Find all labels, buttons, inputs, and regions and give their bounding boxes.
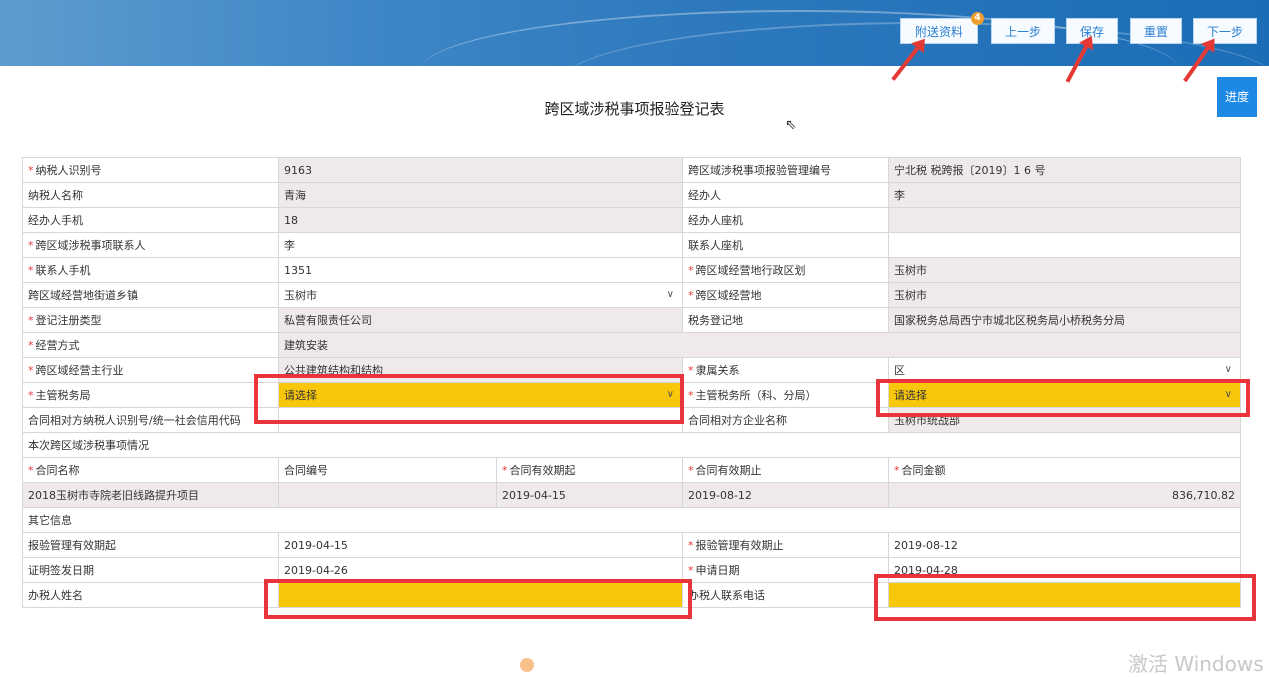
field-label: 报验管理有效期起 [22,532,279,558]
field-label: 经办人座机 [682,207,889,233]
place-field: 玉树市 [888,282,1241,308]
field-label: 合同相对方纳税人识别号/统一社会信用代码 [22,407,279,433]
field-label: 纳税人名称 [22,182,279,208]
taxpayer-id-field: 9163 [278,157,683,183]
counter-name-field: 玉树市统战部 [888,407,1241,433]
reset-button[interactable]: 重置 [1130,18,1182,44]
field-label: 税务登记地 [682,307,889,333]
handler-phone-field [888,207,1241,233]
issue-date-field[interactable]: 2019-04-26 [278,557,683,583]
field-label: * 跨区域经营主行业 [22,357,279,383]
taxpayer-name-field: 青海 [278,182,683,208]
mgmt-no-field: 宁北税 税跨报〔2019〕1 6 号 [888,157,1241,183]
field-label: 联系人座机 [682,232,889,258]
agent-name-input[interactable] [278,582,683,608]
chevron-down-icon: ∨ [666,289,674,300]
valid-to-field[interactable]: 2019-08-12 [888,532,1241,558]
chevron-down-icon: ∨ [666,389,674,400]
field-label: 办税人联系电话 [682,582,889,608]
field-label: * 跨区域经营地 [682,282,889,308]
table-row: 纳税人名称 青海 经办人 李 [22,182,1241,208]
field-label: * 主管税务所（科、分局） [682,382,889,408]
field-label: 办税人姓名 [22,582,279,608]
field-label: 证明签发日期 [22,557,279,583]
handler-mobile-field: 18 [278,207,683,233]
field-label: 跨区域经营地街道乡镇 [22,282,279,308]
mouse-cursor-icon: ⇖ [785,117,797,133]
table-row: * 主管税务局 请选择 ∨ * 主管税务所（科、分局） 请选择 ∨ [22,382,1241,408]
table-row: 合同相对方纳税人识别号/统一社会信用代码 合同相对方企业名称 玉树市统战部 [22,407,1241,433]
section-header: 本次跨区域涉税事项情况 [22,432,1241,458]
table-row: 2018玉树市寺院老旧线路提升项目 2019-04-15 2019-08-12 … [22,482,1241,508]
table-row: 跨区域经营地街道乡镇 玉树市 ∨ * 跨区域经营地 玉树市 [22,282,1241,308]
field-label: 跨区域涉税事项报验管理编号 [682,157,889,183]
contract-name-cell: 2018玉树市寺院老旧线路提升项目 [22,482,279,508]
registration-form-table: * 纳税人识别号 9163 跨区域涉税事项报验管理编号 宁北税 税跨报〔2019〕… [22,157,1241,608]
field-label: * 报验管理有效期止 [682,532,889,558]
agent-phone-input[interactable] [888,582,1241,608]
column-header: * 合同金额 [888,457,1241,483]
biz-mode-field: 建筑安装 [278,332,1241,358]
reg-type-field: 私营有限责任公司 [278,307,683,333]
region-field: 玉树市 [888,257,1241,283]
windows-watermark: 激活 Windows [1128,652,1264,676]
attach-docs-button[interactable]: 附送资料 [900,18,978,44]
industry-field: 公共建筑结构和结构 [278,357,683,383]
field-label: * 经营方式 [22,332,279,358]
table-row: * 联系人手机 1351 * 跨区域经营地行政区划 玉树市 [22,257,1241,283]
attach-count-badge: 4 [971,12,984,25]
table-row: * 跨区域涉税事项联系人 李 联系人座机 [22,232,1241,258]
field-label: * 主管税务局 [22,382,279,408]
column-header: 合同编号 [278,457,497,483]
affiliation-select[interactable]: 区 ∨ [888,357,1241,383]
field-label: * 跨区域经营地行政区划 [682,257,889,283]
section-header: 其它信息 [22,507,1241,533]
column-header: * 合同有效期起 [496,457,683,483]
contact-phone-input[interactable] [888,232,1241,258]
table-row: 办税人姓名 办税人联系电话 [22,582,1241,608]
page-title: 跨区域涉税事项报验登记表 [544,100,725,118]
tax-office-select[interactable]: 请选择 ∨ [888,382,1241,408]
field-label: * 纳税人识别号 [22,157,279,183]
chevron-down-icon: ∨ [1224,364,1232,375]
handler-field: 李 [888,182,1241,208]
street-select[interactable]: 玉树市 ∨ [278,282,683,308]
tax-bureau-select[interactable]: 请选择 ∨ [278,382,683,408]
apply-date-field[interactable]: 2019-04-28 [888,557,1241,583]
field-label: * 跨区域涉税事项联系人 [22,232,279,258]
tax-reg-place-field: 国家税务总局西宁市城北区税务局小桥税务分局 [888,307,1241,333]
counter-id-input[interactable] [278,407,683,433]
contract-no-cell [278,482,497,508]
prev-step-button[interactable]: 上一步 [991,18,1055,44]
field-label: * 申请日期 [682,557,889,583]
contact-mobile-input[interactable]: 1351 [278,257,683,283]
table-row: 其它信息 [22,507,1241,533]
field-label: * 联系人手机 [22,257,279,283]
column-header: * 合同有效期止 [682,457,889,483]
table-row: * 纳税人识别号 9163 跨区域涉税事项报验管理编号 宁北税 税跨报〔2019〕… [22,157,1241,183]
field-label: 合同相对方企业名称 [682,407,889,433]
table-row: * 跨区域经营主行业 公共建筑结构和结构 * 隶属关系 区 ∨ [22,357,1241,383]
field-label: * 登记注册类型 [22,307,279,333]
field-label: 经办人手机 [22,207,279,233]
table-row: 报验管理有效期起 2019-04-15 * 报验管理有效期止 2019-08-12 [22,532,1241,558]
table-row: * 登记注册类型 私营有限责任公司 税务登记地 国家税务总局西宁市城北区税务局小桥… [22,307,1241,333]
valid-from-field[interactable]: 2019-04-15 [278,532,683,558]
field-label: 经办人 [682,182,889,208]
table-row: 证明签发日期 2019-04-26 * 申请日期 2019-04-28 [22,557,1241,583]
contract-start-cell: 2019-04-15 [496,482,683,508]
contract-end-cell: 2019-08-12 [682,482,889,508]
table-row: * 经营方式 建筑安装 [22,332,1241,358]
field-label: * 隶属关系 [682,357,889,383]
taskbar-indicator [520,658,534,672]
table-row: * 合同名称 合同编号 * 合同有效期起 * 合同有效期止 * 合同金额 [22,457,1241,483]
contact-input[interactable]: 李 [278,232,683,258]
table-row: 经办人手机 18 经办人座机 [22,207,1241,233]
contract-amount-cell: 836,710.82 [888,482,1241,508]
column-header: * 合同名称 [22,457,279,483]
table-row: 本次跨区域涉税事项情况 [22,432,1241,458]
chevron-down-icon: ∨ [1224,389,1232,400]
